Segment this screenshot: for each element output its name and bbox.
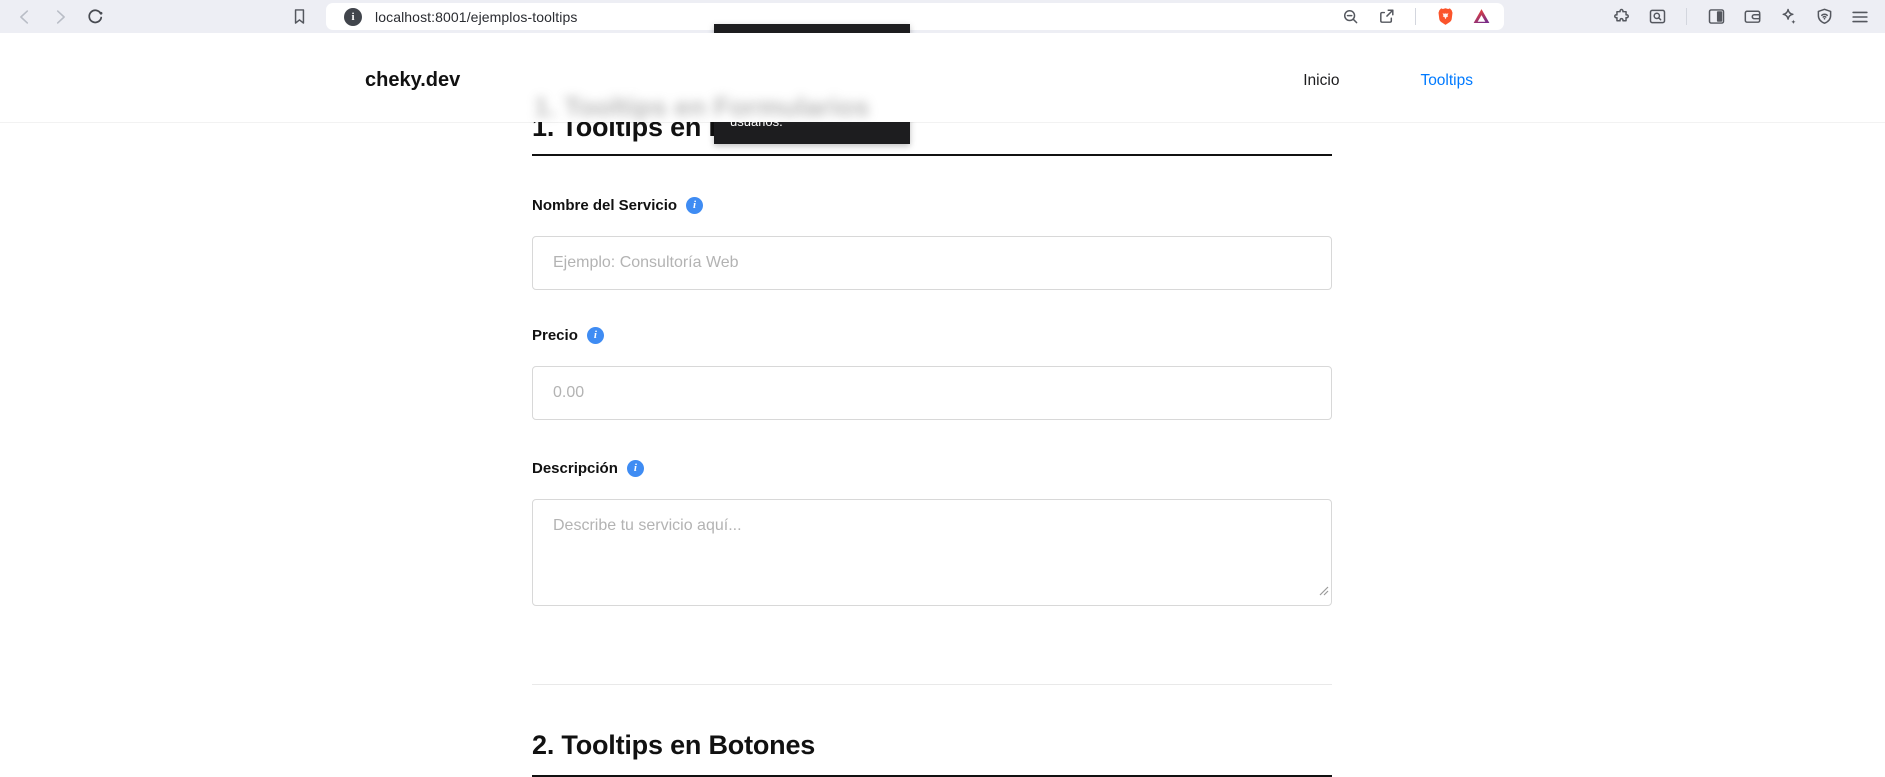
sidebar-toggle-button[interactable]: [1703, 4, 1729, 30]
page-content: 1. Tooltips en Formularios Nombre del Se…: [532, 24, 1332, 777]
brave-shields-button[interactable]: [1432, 4, 1458, 30]
window-search-icon: [1649, 9, 1665, 24]
info-icon[interactable]: i: [626, 459, 644, 477]
forward-arrow-icon: [56, 9, 65, 24]
nav-link-inicio[interactable]: Inicio: [1303, 72, 1339, 90]
toolbar-separator: [1686, 8, 1687, 25]
main-nav: Inicio Tooltips: [1303, 72, 1473, 90]
site-header: cheky.dev Inicio Tooltips: [0, 33, 1885, 122]
field-nombre-servicio: Nombre del Servicio i: [532, 195, 1332, 290]
section2-title: 2. Tooltips en Botones: [532, 730, 816, 760]
toolbar-separator: [1415, 8, 1416, 25]
url-text[interactable]: localhost:8001/ejemplos-tooltips: [375, 9, 577, 25]
field-precio: Precio i: [532, 325, 1332, 420]
section1-heading-wrap: 1. Tooltips en Formularios: [532, 122, 1332, 156]
brave-rewards-button[interactable]: [1468, 4, 1494, 30]
hamburger-menu-icon: [1852, 11, 1868, 22]
bat-triangle-icon: [1473, 9, 1489, 23]
section1-title: 1. Tooltips en Formularios: [532, 122, 863, 142]
back-arrow-icon: [20, 9, 29, 24]
brave-shield-icon: [1438, 8, 1452, 25]
back-button[interactable]: [12, 4, 38, 30]
zoom-out-icon: [1343, 9, 1357, 24]
info-icon[interactable]: i: [586, 326, 604, 344]
sidebar-icon: [1708, 9, 1724, 24]
leo-ai-button[interactable]: [1775, 4, 1801, 30]
field-descripcion: Descripción i: [532, 458, 1332, 606]
section2-heading-wrap: 2. Tooltips en Botones: [532, 727, 1332, 777]
sparkle-icon: [1782, 8, 1796, 25]
precio-label: Precio: [532, 326, 578, 344]
reload-button[interactable]: [82, 4, 108, 30]
puzzle-icon: [1613, 8, 1629, 22]
brand-logo[interactable]: cheky.dev: [365, 69, 460, 92]
forward-button[interactable]: [47, 4, 73, 30]
url-bar[interactable]: i localhost:8001/ejemplos-tooltips: [326, 3, 1504, 30]
precio-input[interactable]: [532, 366, 1332, 420]
section-divider: [532, 684, 1332, 685]
info-icon[interactable]: i: [686, 196, 704, 214]
nombre-servicio-input[interactable]: [532, 236, 1332, 290]
vpn-button[interactable]: [1811, 4, 1837, 30]
bookmark-button[interactable]: [286, 4, 312, 30]
nav-link-tooltips[interactable]: Tooltips: [1420, 72, 1473, 90]
nombre-servicio-label: Nombre del Servicio: [532, 196, 678, 214]
menu-button[interactable]: [1847, 4, 1873, 30]
descripcion-label: Descripción: [532, 459, 618, 477]
site-info-icon[interactable]: i: [344, 7, 362, 26]
browser-toolbar: i localhost:8001/ejemplos-tooltips: [0, 0, 1885, 33]
wallet-icon: [1744, 10, 1760, 23]
share-icon: [1379, 9, 1394, 23]
search-tabs-button[interactable]: [1644, 4, 1670, 30]
extensions-button[interactable]: [1608, 4, 1634, 30]
vpn-shield-icon: [1817, 8, 1831, 24]
bookmark-icon: [294, 9, 304, 24]
reload-icon: [88, 8, 103, 23]
share-button[interactable]: [1373, 4, 1399, 30]
zoom-out-button[interactable]: [1337, 4, 1363, 30]
descripcion-textarea[interactable]: [532, 499, 1332, 606]
wallet-button[interactable]: [1739, 4, 1765, 30]
